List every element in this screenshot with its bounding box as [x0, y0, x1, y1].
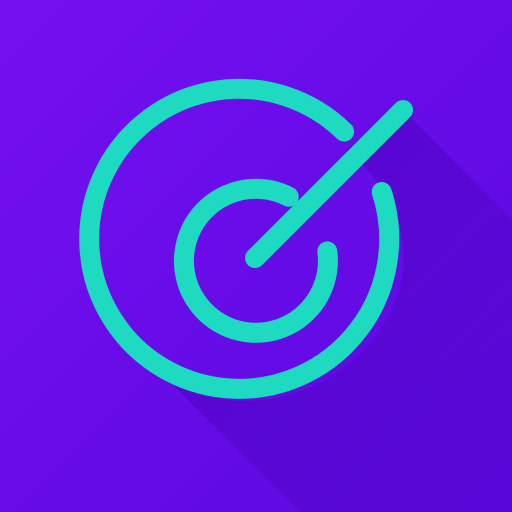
target-icon: [0, 0, 512, 512]
app-icon: [0, 0, 512, 512]
